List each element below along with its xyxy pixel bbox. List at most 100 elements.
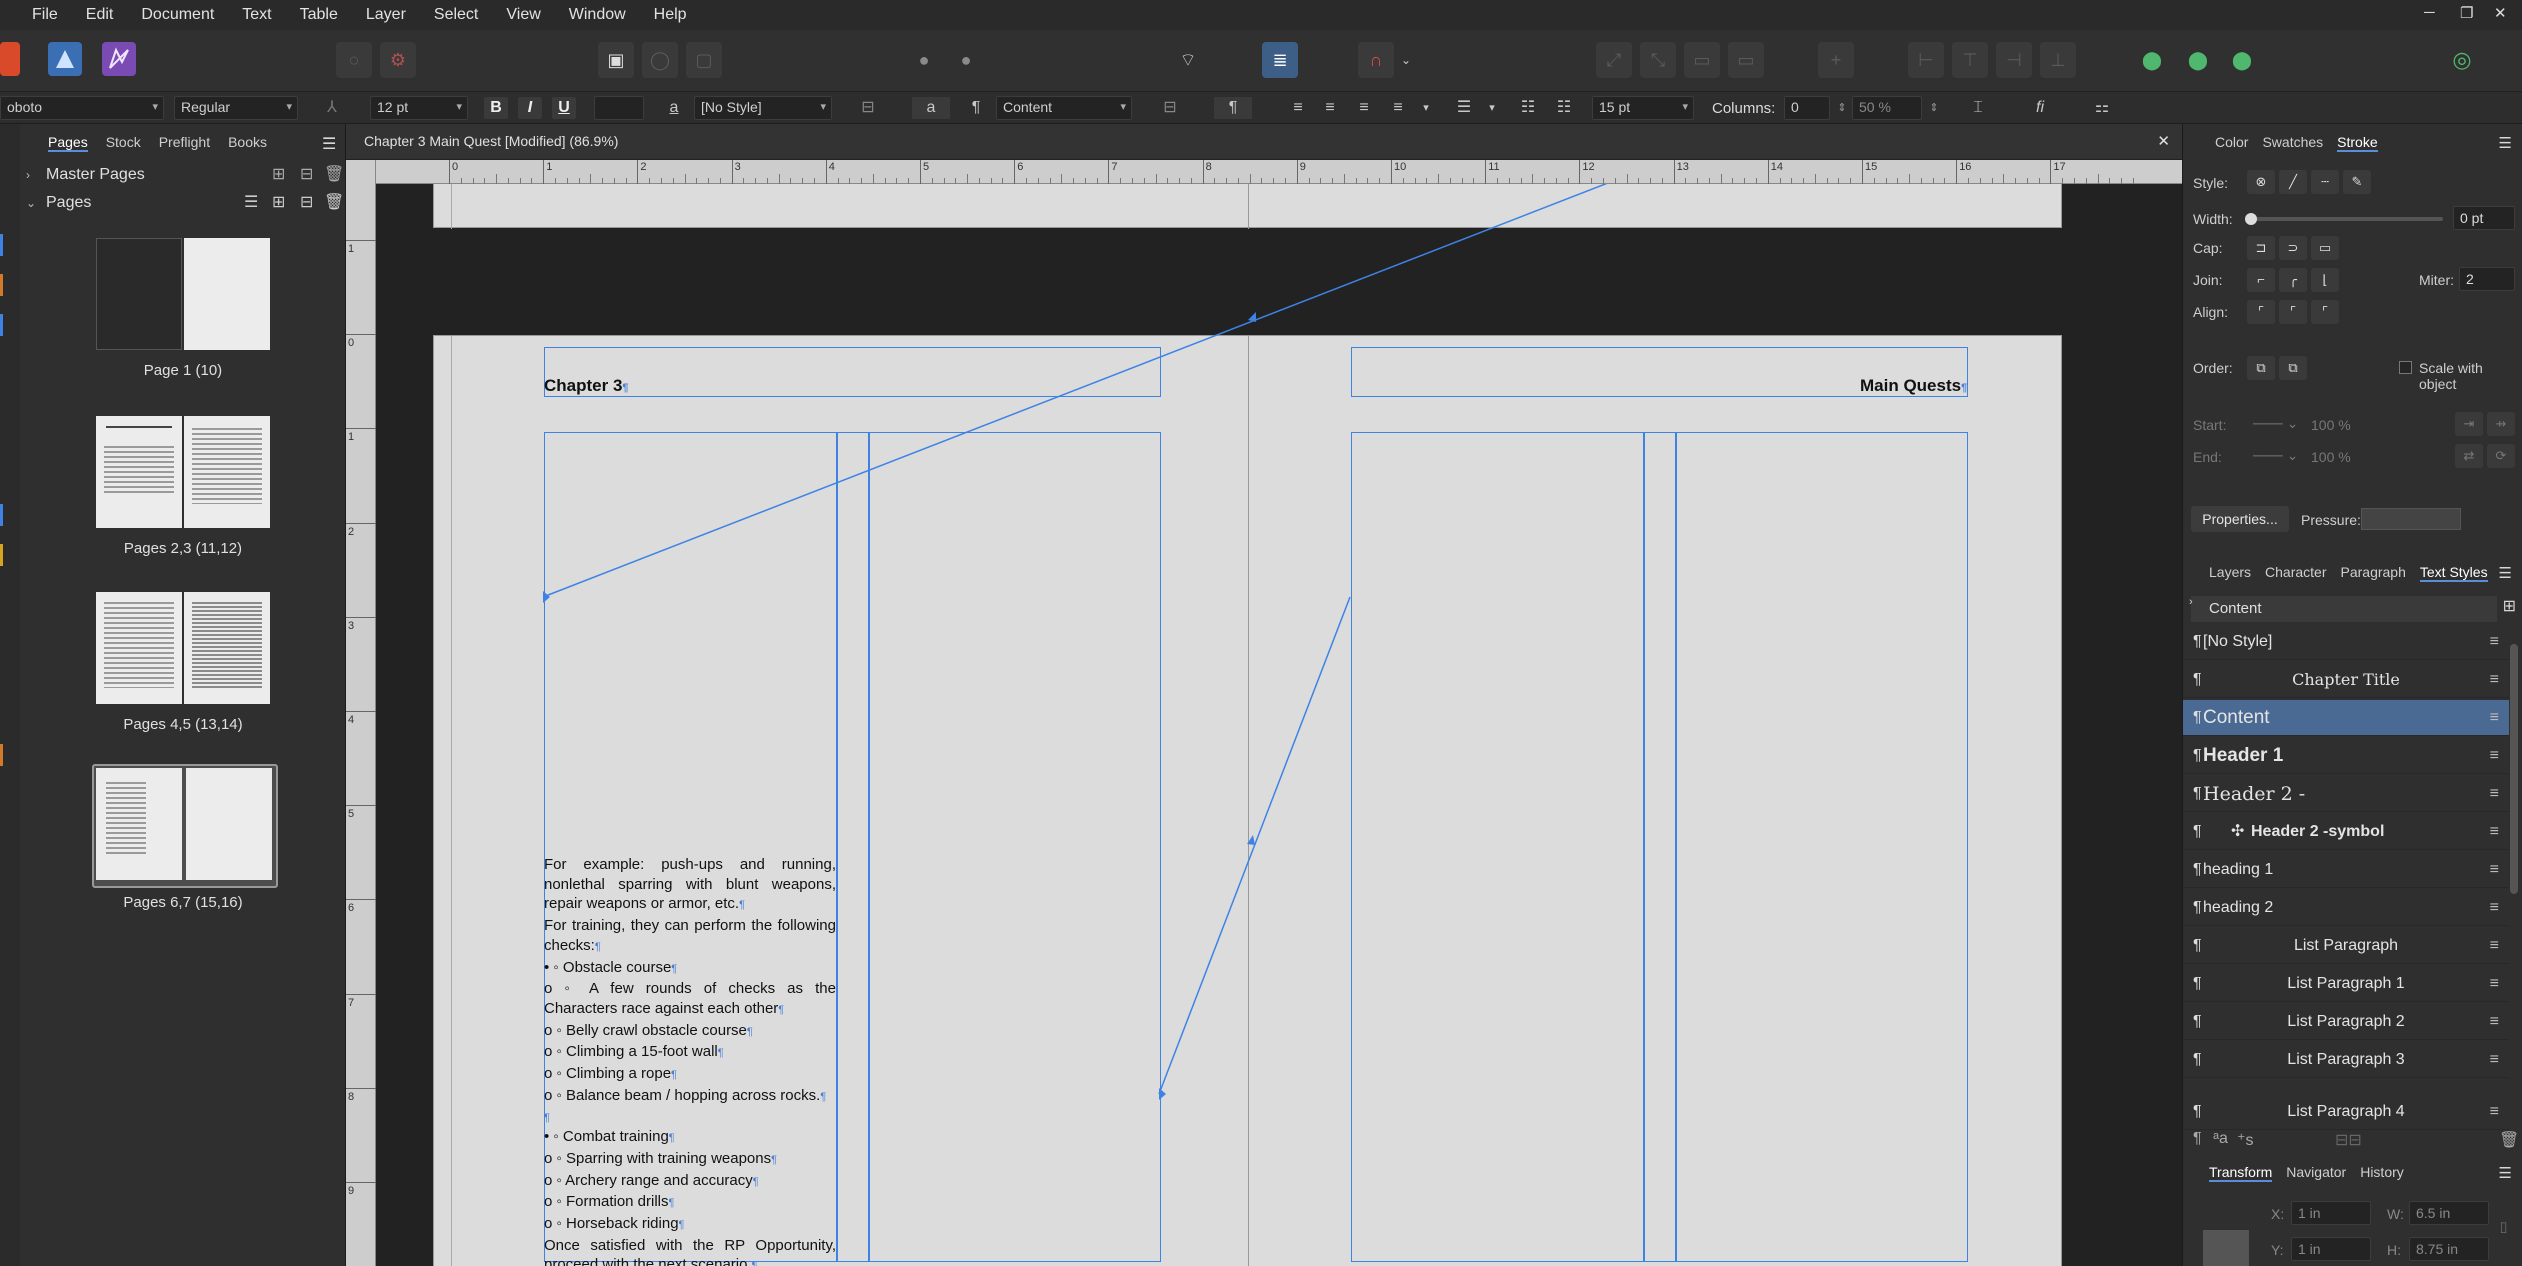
style-menu-icon[interactable]: ≡ — [2490, 738, 2499, 774]
w-field[interactable]: 6.5 in — [2409, 1201, 2489, 1225]
transform-1-icon[interactable]: ⤢ — [1596, 42, 1632, 78]
align-4-icon[interactable]: ⊥ — [2040, 42, 2076, 78]
duplicate-page-icon[interactable]: ⊟ — [300, 190, 313, 216]
shape-icon[interactable]: ◯ — [642, 42, 678, 78]
snap-magnet-icon[interactable]: ∩ — [1358, 42, 1394, 78]
style-item[interactable]: ¶ List Paragraph 1 ≡ — [2183, 966, 2509, 1002]
page-thumbnail-3[interactable] — [96, 592, 274, 708]
transform-3-icon[interactable]: ▭ — [1684, 42, 1720, 78]
character-style-button[interactable]: a — [912, 97, 950, 119]
menu-layer[interactable]: Layer — [352, 6, 420, 24]
columns-stepper-icon[interactable]: ⇕ — [1830, 97, 1854, 119]
style-item[interactable]: ¶ Header 2 - ≡ — [2183, 776, 2509, 812]
miter-join-icon[interactable]: ⌐ — [2247, 268, 2275, 292]
tab-stroke[interactable]: Stroke — [2337, 134, 2378, 152]
style-item[interactable]: ¶ List Paragraph ≡ — [2183, 928, 2509, 964]
font-size-field[interactable]: 12 pt ▾ — [370, 96, 468, 120]
width-slider-handle[interactable] — [2245, 213, 2257, 225]
vertical-align-icon[interactable]: ☰ — [1452, 97, 1476, 119]
horizontal-ruler[interactable]: 0 1 2 3 4 5 6 7 8 9 10 11 12 13 14 15 16 17 — [376, 160, 2182, 184]
chevron-right-icon[interactable]: › — [2189, 596, 2193, 608]
width-slider[interactable] — [2247, 217, 2443, 221]
delete-style-icon[interactable]: 🗑 — [2499, 1130, 2519, 1150]
style-menu-icon[interactable]: ≡ — [2490, 966, 2499, 1002]
character-style-dropdown[interactable]: [No Style] ▾ — [694, 96, 832, 120]
leading-field[interactable]: 15 pt ▾ — [1592, 96, 1694, 120]
anchor-selector-icon[interactable] — [2203, 1230, 2249, 1266]
snap-dropdown-icon[interactable]: ⌄ — [1396, 42, 1416, 78]
photo-persona-icon[interactable] — [102, 42, 136, 76]
x-field[interactable]: 1 in — [2291, 1201, 2371, 1225]
numbered-list-icon[interactable]: ☷ — [1552, 97, 1576, 119]
start-arrow-dropdown[interactable]: ─── ⌄ — [2253, 415, 2298, 432]
panel-menu-icon[interactable]: ☰ — [2499, 134, 2512, 152]
style-menu-icon[interactable]: ≡ — [2490, 1042, 2499, 1078]
tab-transform[interactable]: Transform — [2209, 1164, 2273, 1182]
menu-table[interactable]: Table — [286, 6, 352, 24]
style-options-icon[interactable]: ⊞ — [2503, 596, 2516, 616]
current-style-field[interactable]: Content — [2191, 596, 2497, 622]
delete-master-icon[interactable]: 🗑 — [324, 162, 344, 188]
import-styles-icon[interactable]: ⊟⊟ — [2335, 1130, 2362, 1150]
gutter-stepper-icon[interactable]: ⇕ — [1922, 97, 1946, 119]
new-character-style-icon[interactable]: ᵃa — [2213, 1130, 2228, 1148]
paragraph-style-button[interactable]: ¶ — [1214, 97, 1252, 119]
align-left-icon[interactable]: ≡ — [1286, 97, 1310, 119]
lock-ratio-icon[interactable]: ⌷ — [2499, 1220, 2508, 1237]
account-icon[interactable]: ◎ — [2444, 42, 2480, 78]
align-outside-stroke-icon[interactable]: ⌜ — [2311, 300, 2339, 324]
close-window-icon[interactable]: ✕ — [2494, 4, 2507, 22]
align-center-stroke-icon[interactable]: ⌜ — [2247, 300, 2275, 324]
chevron-down-icon[interactable]: ▾ — [1414, 97, 1438, 119]
style-item[interactable]: ¶ Chapter Title ≡ — [2183, 662, 2509, 698]
minimize-icon[interactable]: ─ — [2424, 4, 2435, 21]
style-menu-icon[interactable]: ≡ — [2490, 776, 2499, 812]
stroke-front-icon[interactable]: ⧉ — [2279, 356, 2307, 380]
brush-line-icon[interactable]: ✎ — [2343, 170, 2371, 194]
no-stroke-icon[interactable]: ⊗ — [2247, 170, 2275, 194]
style-menu-icon[interactable]: ≡ — [2490, 1004, 2499, 1040]
frame-text-icon[interactable]: ▣ — [598, 42, 634, 78]
column-gutter-field[interactable]: 50 % — [1852, 96, 1922, 120]
menu-edit[interactable]: Edit — [72, 6, 128, 24]
tab-character[interactable]: Character — [2265, 564, 2326, 582]
styles-scrollbar[interactable] — [2510, 644, 2518, 894]
duplicate-master-icon[interactable]: ⊟ — [300, 162, 313, 188]
properties-button[interactable]: Properties... — [2191, 506, 2289, 532]
round-join-icon[interactable]: ╭ — [2279, 268, 2307, 292]
style-menu-icon[interactable]: ≡ — [2490, 662, 2499, 698]
tab-paragraph[interactable]: Paragraph — [2341, 564, 2406, 582]
arrow-position-icon[interactable]: ⇥ — [2455, 412, 2483, 436]
tab-books[interactable]: Books — [228, 134, 267, 152]
style-item[interactable]: ¶ Content ≡ — [2183, 700, 2509, 736]
chevron-down-icon[interactable]: ▾ — [1480, 97, 1504, 119]
tab-layers[interactable]: Layers — [2209, 564, 2251, 582]
frame-inset-icon[interactable]: ⌶ — [1966, 97, 1990, 119]
page-thumbnail-4[interactable] — [92, 764, 278, 888]
menu-document[interactable]: Document — [127, 6, 228, 24]
start-scale-value[interactable]: 100 % — [2311, 417, 2351, 433]
menu-select[interactable]: Select — [420, 6, 492, 24]
publisher-persona-icon[interactable] — [0, 42, 20, 76]
butt-cap-icon[interactable]: ⊐ — [2247, 236, 2275, 260]
picture-frame-icon[interactable]: ▢ — [686, 42, 722, 78]
italic-button[interactable]: I — [518, 97, 542, 119]
bevel-join-icon[interactable]: ⌊ — [2311, 268, 2339, 292]
menu-view[interactable]: View — [492, 6, 554, 24]
font-family-field[interactable]: oboto ▾ — [0, 96, 164, 120]
text-color-field[interactable] — [594, 96, 644, 120]
align-3-icon[interactable]: ⊣ — [1996, 42, 2032, 78]
tab-color[interactable]: Color — [2215, 134, 2248, 152]
round-cap-icon[interactable]: ⊃ — [2279, 236, 2307, 260]
pages-section[interactable]: ⌄ Pages ☰ ⊞ ⊟ 🗑 — [20, 190, 346, 216]
add-master-icon[interactable]: ⊞ — [272, 162, 285, 188]
tab-history[interactable]: History — [2360, 1164, 2404, 1182]
pressure-graph[interactable] — [2361, 508, 2461, 530]
arrow-position-2-icon[interactable]: ⇸ — [2487, 412, 2515, 436]
stroke-behind-icon[interactable]: ⧉ — [2247, 356, 2275, 380]
justify-icon[interactable]: ≡ — [1386, 97, 1410, 119]
arrow-settings-icon[interactable]: ⟳ — [2487, 444, 2515, 468]
scale-with-object-checkbox[interactable] — [2399, 361, 2412, 374]
align-right-icon[interactable]: ≡ — [1352, 97, 1376, 119]
document-tab[interactable]: Chapter 3 Main Quest [Modified] (86.9%) … — [346, 124, 2182, 160]
